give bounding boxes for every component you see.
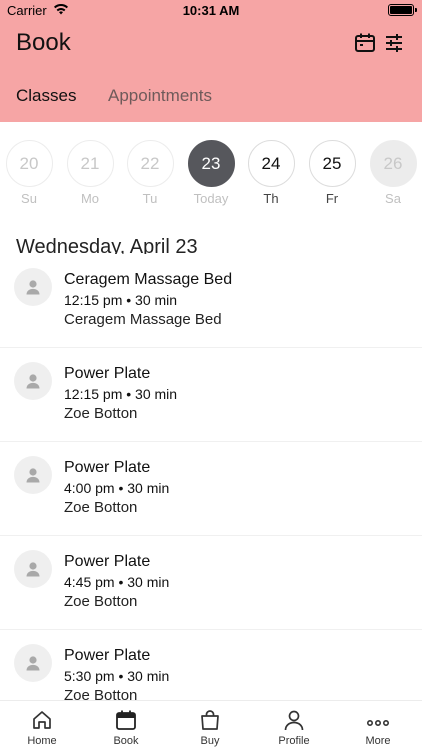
class-list-item[interactable]: Power Plate 12:15 pm • 30 min Zoe Botton bbox=[0, 348, 422, 442]
calendar-icon[interactable] bbox=[353, 31, 377, 55]
header: Carrier 10:31 AM Book Classes Appointmen… bbox=[0, 0, 422, 122]
class-list-item[interactable]: Power Plate 4:00 pm • 30 min Zoe Botton bbox=[0, 442, 422, 536]
class-name: Power Plate bbox=[64, 365, 151, 382]
day-label: Today bbox=[193, 191, 229, 206]
day-label: Mo bbox=[80, 191, 100, 206]
tab-label: More bbox=[365, 735, 391, 747]
home-icon bbox=[33, 711, 51, 729]
tab-label: Profile bbox=[278, 735, 310, 747]
day-label: Sa bbox=[385, 191, 401, 206]
day-number: 23 bbox=[187, 140, 235, 187]
class-time: 4:45 pm • 30 min bbox=[64, 574, 170, 590]
date-heading: Wednesday, April 23 bbox=[16, 236, 198, 254]
class-list-item[interactable]: Ceragem Massage Bed 12:15 pm • 30 min Ce… bbox=[0, 254, 422, 348]
class-time: 12:15 pm • 30 min bbox=[64, 292, 178, 308]
tab-label: Book bbox=[113, 735, 139, 747]
day-label: Fr bbox=[325, 191, 339, 206]
class-list-item[interactable]: Power Plate 4:45 pm • 30 min Zoe Botton bbox=[0, 536, 422, 630]
more-dots-icon bbox=[366, 720, 389, 727]
class-staff: Zoe Botton bbox=[64, 593, 138, 610]
avatar bbox=[14, 362, 52, 400]
person-icon bbox=[26, 656, 40, 671]
day-number: 22 bbox=[126, 140, 174, 187]
class-list: Ceragem Massage Bed 12:15 pm • 30 min Ce… bbox=[0, 254, 422, 700]
day-selector: 20 Su 21 Mo 22 Tu 23 Today 24 Th 25 Fr 2… bbox=[0, 140, 422, 210]
bottom-tab-bar: Home Book Buy Profile More bbox=[0, 700, 422, 750]
class-name: Power Plate bbox=[64, 647, 151, 664]
day-label: Su bbox=[21, 191, 37, 206]
avatar bbox=[14, 268, 52, 306]
day-number: 21 bbox=[66, 140, 114, 187]
day-item[interactable]: 20 Su bbox=[5, 140, 53, 206]
status-bar: Carrier 10:31 AM bbox=[0, 0, 422, 20]
page-title: Book bbox=[16, 29, 71, 56]
tab-label: Buy bbox=[200, 735, 220, 747]
person-icon bbox=[284, 710, 304, 731]
class-staff: Zoe Botton bbox=[64, 499, 138, 516]
class-name: Ceragem Massage Bed bbox=[64, 271, 233, 288]
class-time: 12:15 pm • 30 min bbox=[64, 386, 178, 402]
day-item[interactable]: 26 Sa bbox=[369, 140, 417, 206]
tab-book[interactable]: Book bbox=[84, 701, 168, 750]
class-list-item[interactable]: Power Plate 5:30 pm • 30 min Zoe Botton bbox=[0, 630, 422, 700]
tab-home[interactable]: Home bbox=[0, 701, 84, 750]
tab-classes[interactable]: Classes bbox=[16, 86, 76, 106]
day-label: Tu bbox=[142, 191, 158, 206]
battery-icon bbox=[388, 4, 417, 16]
status-time: 10:31 AM bbox=[182, 3, 240, 18]
person-icon bbox=[26, 468, 40, 483]
day-number: 25 bbox=[308, 140, 356, 187]
day-item[interactable]: 21 Mo bbox=[66, 140, 114, 206]
class-name: Power Plate bbox=[64, 553, 151, 570]
person-icon bbox=[26, 562, 40, 577]
day-item[interactable]: 24 Th bbox=[247, 140, 295, 206]
day-item-selected[interactable]: 23 Today bbox=[187, 140, 235, 206]
tab-buy[interactable]: Buy bbox=[168, 701, 252, 750]
day-number: 20 bbox=[5, 140, 53, 187]
day-item[interactable]: 25 Fr bbox=[308, 140, 356, 206]
day-item[interactable]: 22 Tu bbox=[126, 140, 174, 206]
person-icon bbox=[26, 374, 40, 389]
day-label: Th bbox=[263, 191, 279, 206]
tab-profile[interactable]: Profile bbox=[252, 701, 336, 750]
tab-more[interactable]: More bbox=[336, 701, 420, 750]
class-staff: Zoe Botton bbox=[64, 687, 138, 700]
tab-label: Home bbox=[27, 735, 57, 747]
avatar bbox=[14, 644, 52, 682]
filter-icon[interactable] bbox=[382, 31, 406, 55]
class-staff: Ceragem Massage Bed bbox=[64, 311, 222, 328]
day-number: 26 bbox=[369, 140, 417, 187]
class-time: 4:00 pm • 30 min bbox=[64, 480, 170, 496]
shopping-bag-icon bbox=[201, 710, 219, 730]
class-name: Power Plate bbox=[64, 459, 151, 476]
class-time: 5:30 pm • 30 min bbox=[64, 668, 170, 684]
calendar-icon bbox=[116, 710, 136, 730]
person-icon bbox=[26, 280, 40, 295]
tab-appointments[interactable]: Appointments bbox=[108, 86, 212, 106]
day-number: 24 bbox=[247, 140, 295, 187]
class-staff: Zoe Botton bbox=[64, 405, 138, 422]
avatar bbox=[14, 456, 52, 494]
avatar bbox=[14, 550, 52, 588]
